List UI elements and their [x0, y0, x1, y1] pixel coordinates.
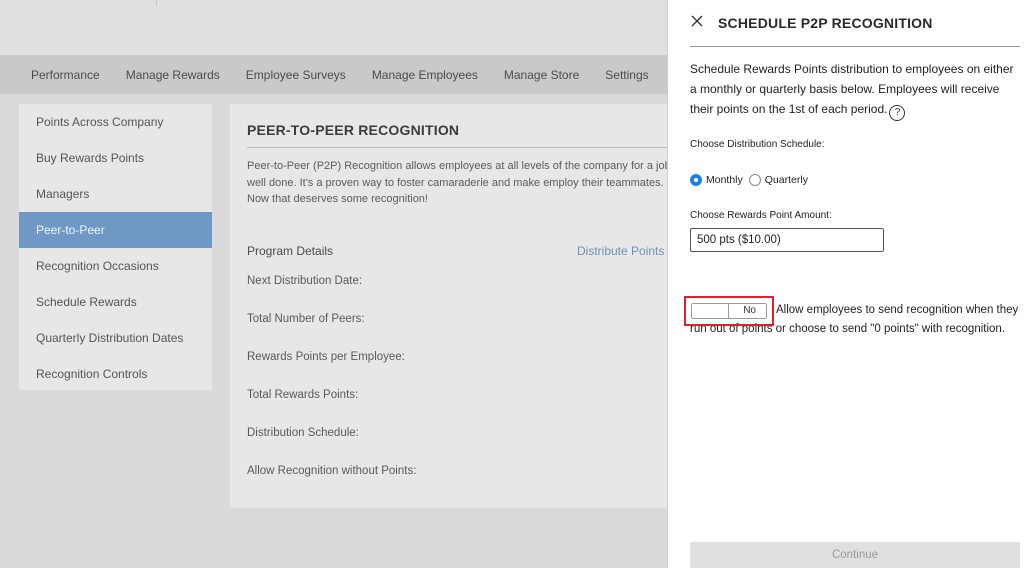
amount-label: Choose Rewards Point Amount:	[690, 210, 832, 221]
detail-total-rewards-points: Total Rewards Points:	[247, 389, 359, 401]
schedule-label: Choose Distribution Schedule:	[690, 139, 825, 150]
top-bar-divider	[156, 0, 157, 6]
nav-tab-manage-store[interactable]: Manage Store	[491, 56, 592, 94]
sidebar-item-managers[interactable]: Managers	[19, 176, 212, 212]
toggle-highlight: No	[684, 296, 774, 326]
distribute-points-link[interactable]: Distribute Points	[577, 244, 664, 258]
schedule-p2p-panel: SCHEDULE P2P RECOGNITION Schedule Reward…	[668, 0, 1024, 568]
radio-monthly-label[interactable]: Monthly	[706, 174, 743, 186]
panel-description: Schedule Rewards Points distribution to …	[690, 59, 1020, 121]
main-card: PEER-TO-PEER RECOGNITION Peer-to-Peer (P…	[230, 104, 680, 508]
nav-tab-employee-surveys[interactable]: Employee Surveys	[233, 56, 359, 94]
program-details-label: Program Details	[247, 244, 334, 258]
nav-tab-performance[interactable]: Performance	[18, 56, 113, 94]
detail-rewards-points-per-employee: Rewards Points per Employee:	[247, 351, 405, 363]
sidebar-item-buy-rewards-points[interactable]: Buy Rewards Points	[19, 140, 212, 176]
toggle-knob	[728, 303, 729, 319]
toggle-value: No	[743, 305, 756, 316]
panel-title-divider	[690, 46, 1020, 47]
nav-tab-manage-rewards[interactable]: Manage Rewards	[113, 56, 233, 94]
nav-tab-settings[interactable]: Settings	[592, 56, 661, 94]
radio-quarterly-label[interactable]: Quarterly	[765, 174, 808, 186]
help-icon[interactable]: ?	[889, 105, 906, 121]
page-description: Peer-to-Peer (P2P) Recognition allows em…	[247, 160, 671, 205]
close-icon[interactable]	[690, 14, 704, 28]
continue-button[interactable]: Continue	[690, 542, 1020, 568]
sidebar-item-points-across-company[interactable]: Points Across Company	[19, 104, 212, 140]
panel-description-text: Schedule Rewards Points distribution to …	[690, 62, 1014, 116]
sidebar-item-recognition-controls[interactable]: Recognition Controls	[19, 356, 212, 392]
panel-header: SCHEDULE P2P RECOGNITION	[668, 0, 1024, 46]
schedule-radio-group: Monthly Quarterly	[690, 174, 814, 186]
detail-next-distribution-date: Next Distribution Date:	[247, 275, 363, 287]
reward-amount-select[interactable]: 500 pts ($10.00)	[690, 228, 884, 252]
panel-title: SCHEDULE P2P RECOGNITION	[718, 15, 933, 31]
detail-total-number-of-peers: Total Number of Peers:	[247, 313, 365, 325]
sidebar-item-peer-to-peer[interactable]: Peer-to-Peer	[19, 212, 212, 248]
detail-distribution-schedule: Distribution Schedule:	[247, 427, 359, 439]
sidebar-item-quarterly-distribution-dates[interactable]: Quarterly Distribution Dates	[19, 320, 212, 356]
radio-monthly[interactable]	[690, 174, 702, 186]
detail-allow-recognition-without-points: Allow Recognition without Points:	[247, 465, 417, 477]
sidebar-item-recognition-occasions[interactable]: Recognition Occasions	[19, 248, 212, 284]
nav-tab-manage-employees[interactable]: Manage Employees	[359, 56, 491, 94]
sidebar-item-schedule-rewards[interactable]: Schedule Rewards	[19, 284, 212, 320]
page-title: PEER-TO-PEER RECOGNITION	[247, 122, 460, 138]
sidebar: Points Across Company Buy Rewards Points…	[19, 104, 212, 390]
title-divider	[247, 147, 677, 148]
radio-quarterly[interactable]	[748, 174, 761, 186]
allow-recognition-toggle[interactable]: No	[691, 303, 767, 319]
